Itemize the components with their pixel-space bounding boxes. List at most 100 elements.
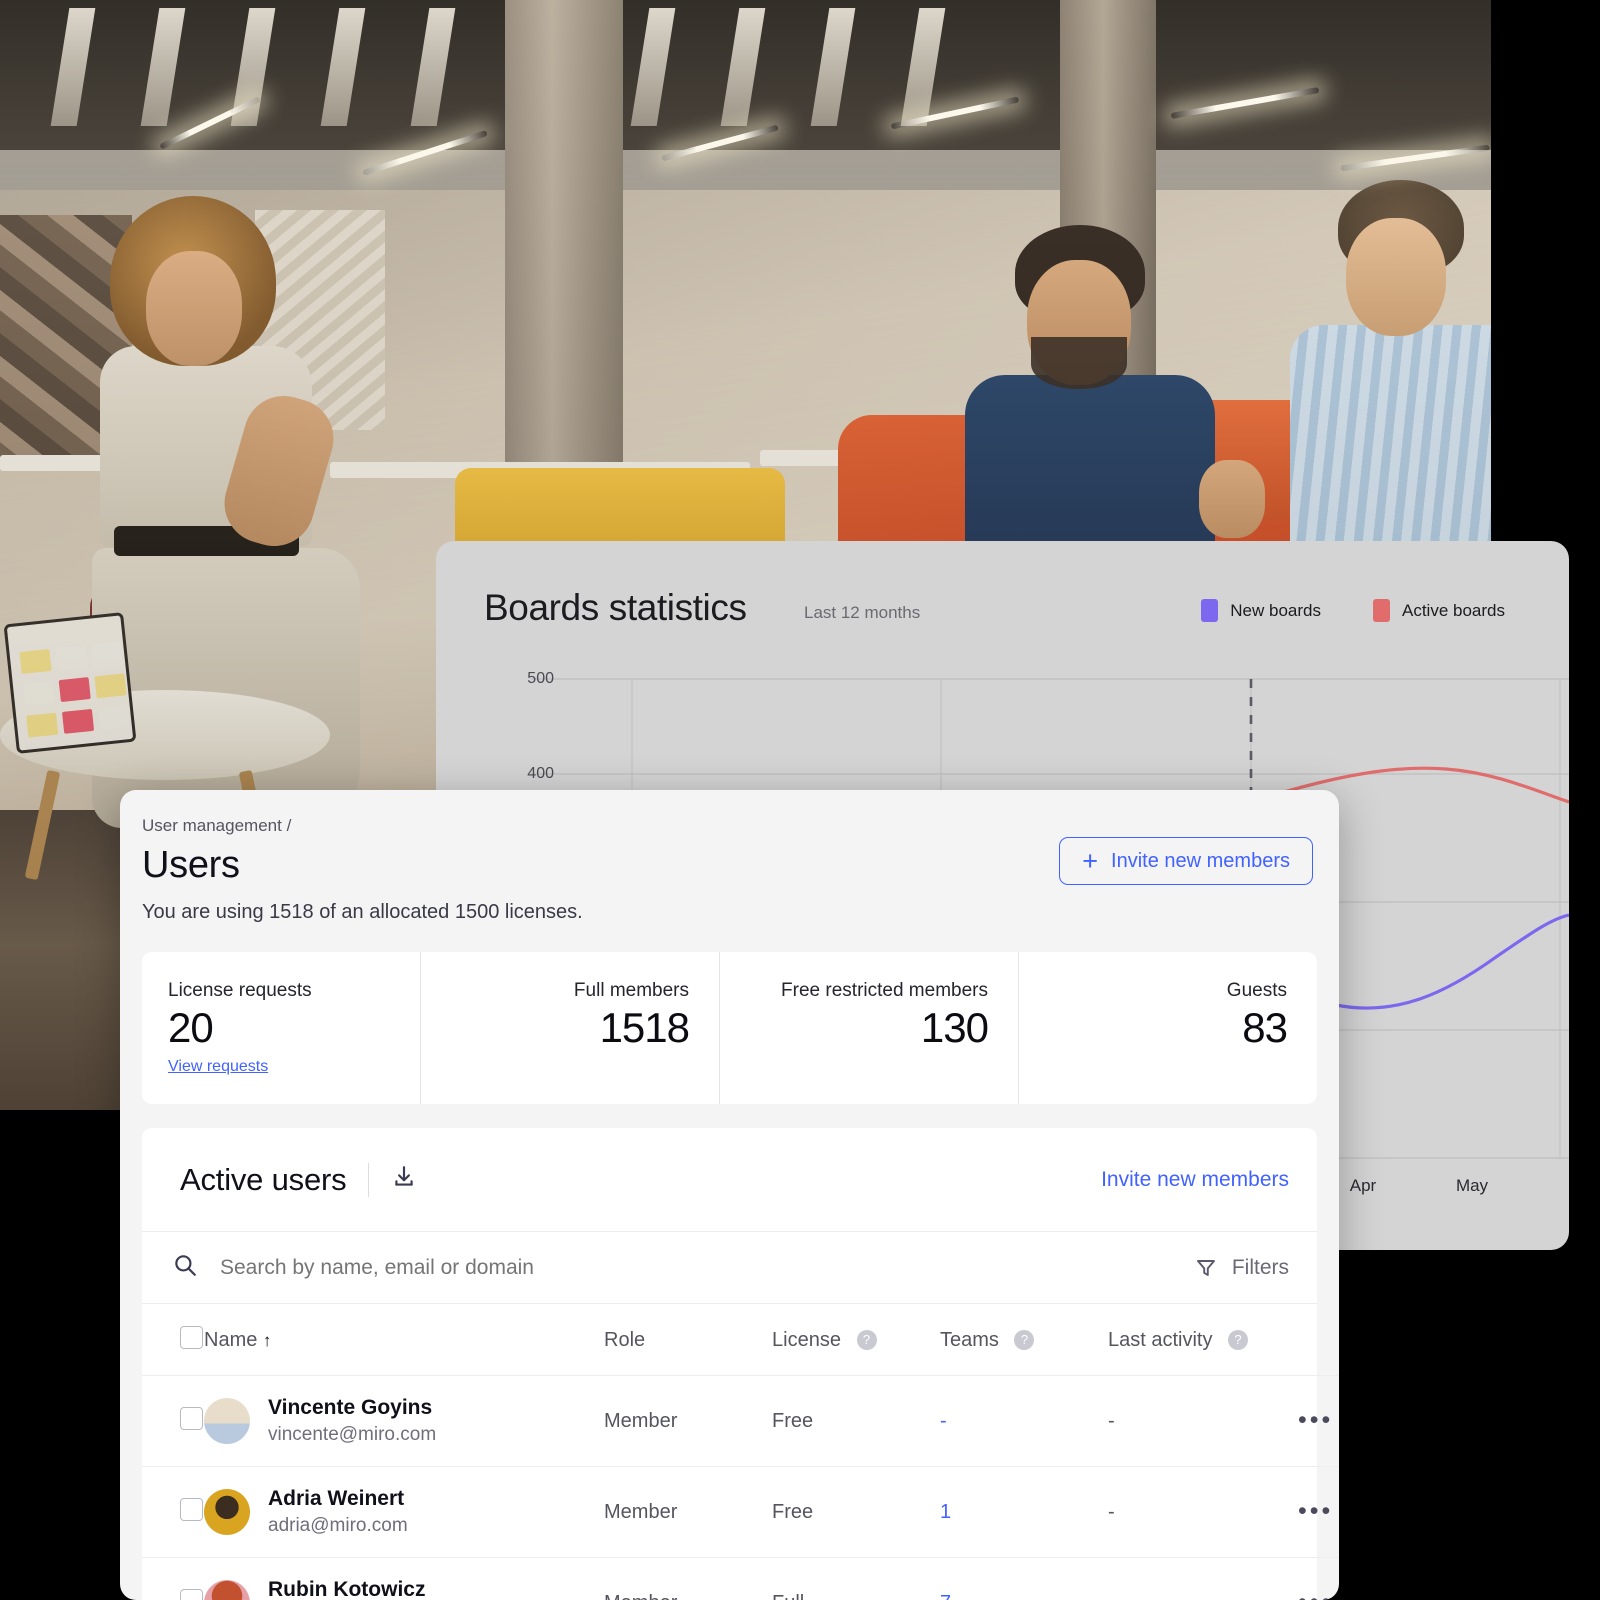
chart-ytick-400: 400 [527,765,554,782]
column-header-name[interactable]: Name ↑ [204,1304,604,1376]
row-user-cell: Rubin Kotowicz rubin@miro.com [204,1558,604,1600]
user-name: Adria Weinert [268,1487,405,1510]
stat-value: 130 [920,1004,989,1051]
chart-legend: New boards Active boards [1201,599,1505,622]
filters-label: Filters [1231,1255,1289,1279]
photo-tablet-device [3,612,137,754]
row-last-activity: - [1108,1500,1115,1523]
stat-guests: Guests 83 [1018,952,1317,1104]
row-actions-cell: ••• [1298,1376,1339,1467]
row-checkbox[interactable] [180,1588,203,1600]
row-more-options-icon[interactable]: ••• [1298,1406,1333,1434]
breadcrumb[interactable]: User management / [142,816,1307,836]
stat-value: 83 [1242,1004,1288,1051]
column-header-license-label: License [772,1329,841,1351]
row-license: Free [772,1500,814,1523]
help-icon-last-activity[interactable]: ? [1228,1329,1249,1350]
invite-new-members-button[interactable]: + Invite new members [1059,837,1313,885]
row-user-cell: Adria Weinert adria@miro.com [204,1467,604,1558]
row-select-cell [142,1467,204,1558]
row-checkbox[interactable] [180,1406,203,1430]
row-more-options-icon[interactable]: ••• [1298,1497,1333,1525]
column-header-name-label: Name [204,1329,258,1351]
plus-icon: + [1082,845,1099,876]
legend-swatch-active-boards [1373,599,1390,622]
column-header-teams[interactable]: Teams ? [940,1304,1108,1376]
column-header-last-activity[interactable]: Last activity ? [1108,1304,1298,1376]
license-summary-text: You are using 1518 of an allocated 1500 … [142,901,583,923]
user-email: vincente@miro.com [268,1424,437,1445]
column-header-teams-label: Teams [940,1329,999,1351]
row-teams[interactable]: 7 [940,1558,1108,1600]
users-management-panel: User management / Users You are using 15… [120,790,1339,1600]
avatar [204,1580,250,1600]
select-all-header [142,1304,204,1376]
table-row[interactable]: Rubin Kotowicz rubin@miro.com Member Ful… [142,1557,1339,1600]
row-actions-cell: ••• [1298,1467,1339,1558]
row-checkbox[interactable] [180,1497,203,1521]
help-icon-license[interactable]: ? [856,1329,877,1350]
active-users-header: Active users Invite new members [142,1128,1317,1232]
row-more-options-icon[interactable]: ••• [1298,1588,1333,1600]
sort-ascending-icon: ↑ [262,1331,272,1350]
users-panel-header: User management / Users You are using 15… [120,790,1339,944]
stat-license-requests: License requests 20 View requests [142,952,420,1104]
users-table: Name ↑ Role License ? Teams ? Last activ… [142,1304,1339,1600]
stat-value: 1518 [599,1004,690,1051]
column-header-license[interactable]: License ? [772,1304,940,1376]
license-stats-card: License requests 20 View requests Full m… [142,952,1317,1104]
avatar [204,1489,250,1535]
row-select-cell [142,1558,204,1600]
column-header-role-label: Role [604,1329,646,1351]
row-license: Free [772,1409,814,1432]
table-row[interactable]: Vincente Goyins vincente@miro.com Member… [142,1375,1339,1467]
stat-label: Free restricted members [781,980,988,1001]
search-row: Filters [142,1232,1317,1304]
row-license: Full [772,1558,940,1600]
chart-xtick-apr: Apr [1349,1176,1377,1195]
view-requests-link[interactable]: View requests [168,1058,268,1076]
select-all-checkbox[interactable] [180,1326,203,1349]
legend-label-new-boards: New boards [1230,600,1321,620]
download-icon[interactable] [391,1164,417,1195]
chart-xtick-may: May [1455,1176,1489,1195]
legend-swatch-new-boards [1201,599,1219,622]
invite-new-members-link[interactable]: Invite new members [1101,1168,1289,1192]
stat-label: Guests [1226,980,1287,1001]
table-row[interactable]: Adria Weinert adria@miro.com Member Free… [142,1466,1339,1558]
filters-button[interactable]: Filters [1194,1256,1289,1280]
user-name: Vincente Goyins [268,1396,433,1419]
search-icon [172,1252,198,1283]
stat-label: License requests [168,980,312,1001]
row-role: Member [604,1409,678,1432]
users-table-body: Vincente Goyins vincente@miro.com Member… [142,1375,1339,1600]
row-actions-cell: ••• [1298,1558,1339,1600]
active-users-title: Active users [180,1161,347,1197]
stat-free-restricted-members: Free restricted members 130 [719,952,1018,1104]
help-icon-teams[interactable]: ? [1014,1329,1035,1350]
column-header-role[interactable]: Role [604,1304,772,1376]
stat-full-members: Full members 1518 [420,952,719,1104]
row-user-cell: Vincente Goyins vincente@miro.com [204,1376,604,1467]
stat-value: 20 [168,1004,214,1051]
row-select-cell [142,1376,204,1467]
legend-label-active-boards: Active boards [1402,600,1505,620]
row-teams[interactable]: 1 [940,1467,1108,1558]
users-table-head: Name ↑ Role License ? Teams ? Last activ… [142,1304,1339,1376]
row-teams[interactable]: - [940,1376,1108,1467]
column-header-actions [1298,1304,1339,1376]
chart-ytick-500: 500 [527,670,554,687]
row-role: Member [604,1558,772,1600]
column-header-last-activity-label: Last activity [1108,1329,1213,1351]
divider [368,1162,370,1197]
legend-item-active-boards[interactable]: Active boards [1373,599,1505,622]
stat-label: Full members [573,980,689,1001]
chart-subtitle: Last 12 months [804,603,921,622]
user-email: adria@miro.com [268,1515,408,1536]
avatar [204,1398,250,1444]
legend-item-new-boards[interactable]: New boards [1201,599,1321,622]
invite-new-members-button-label: Invite new members [1111,849,1290,872]
active-users-card: Active users Invite new members Search b… [142,1128,1339,1600]
search-input[interactable] [220,1255,1194,1280]
row-role: Member [604,1500,678,1523]
